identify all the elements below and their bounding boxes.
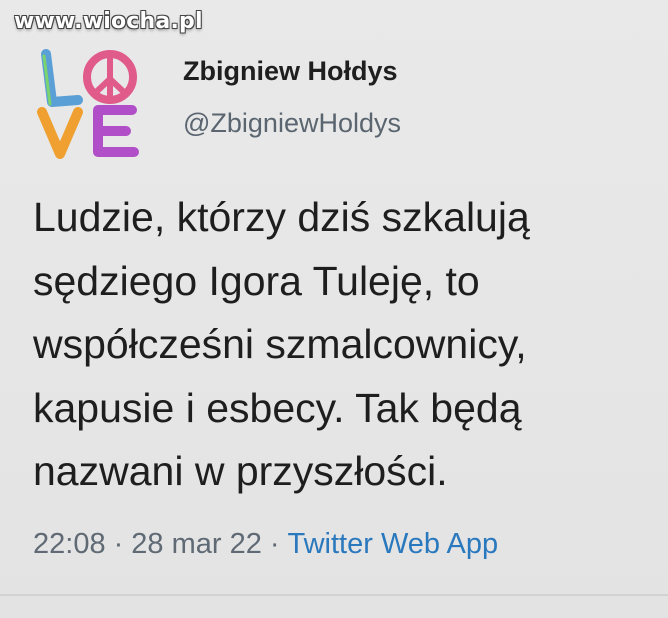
tweet-line: nazwani w przyszłości. xyxy=(33,448,448,494)
tweet-text: Ludzie, którzy dziś szkalują sędziego Ig… xyxy=(33,186,663,504)
tweet-line: kapusie i esbecy. Tak będą xyxy=(33,384,522,431)
tweet-meta: 22:08 · 28 mar 22 · Twitter Web App xyxy=(33,528,498,561)
love-peace-sign-icon xyxy=(37,49,139,159)
tweet-screenshot: www.wiocha.pl Zbigniew Hołdys @ZbigniewH… xyxy=(0,0,668,618)
tweet-line: Ludzie, którzy dziś szkalują xyxy=(33,194,530,240)
author-handle[interactable]: @ZbigniewHoldys xyxy=(183,108,401,139)
tweet-date[interactable]: 28 mar 22 xyxy=(131,528,262,560)
divider xyxy=(0,594,668,596)
tweet-line: sędziego Igora Tuleję, to xyxy=(33,257,480,304)
tweet-source-link[interactable]: Twitter Web App xyxy=(288,528,499,560)
watermark: www.wiocha.pl xyxy=(14,9,203,34)
meta-separator: · xyxy=(113,528,124,560)
author-name[interactable]: Zbigniew Hołdys xyxy=(183,56,398,87)
avatar[interactable] xyxy=(34,44,144,160)
tweet-line: współcześni szmalcownicy, xyxy=(33,321,527,367)
meta-separator: · xyxy=(269,528,280,560)
tweet-time[interactable]: 22:08 xyxy=(33,528,106,560)
